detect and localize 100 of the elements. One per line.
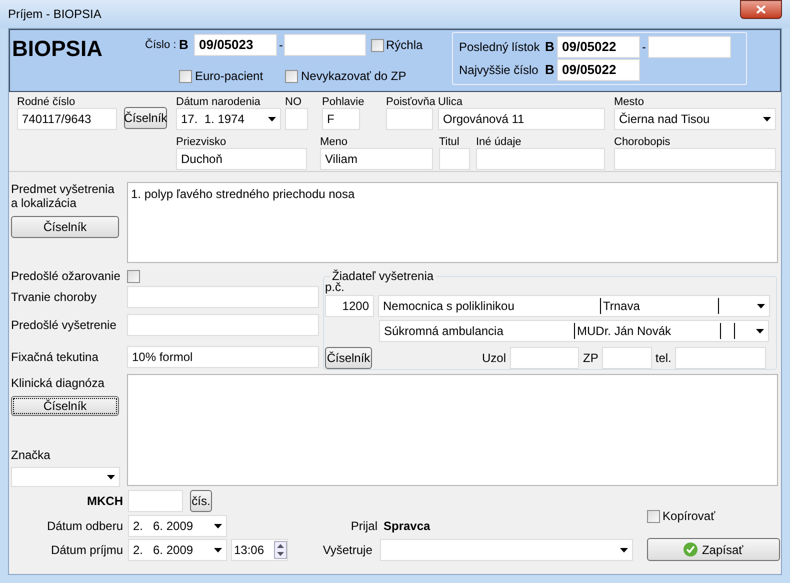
close-icon bbox=[756, 5, 766, 14]
field-label: Titul bbox=[439, 135, 460, 148]
text-field[interactable] bbox=[602, 347, 652, 369]
codebook-button[interactable]: Číselník bbox=[325, 347, 372, 369]
number-field[interactable]: 09/05023 bbox=[194, 34, 277, 56]
text-area[interactable] bbox=[127, 374, 778, 486]
close-button[interactable] bbox=[740, 0, 782, 19]
number-suffix-field[interactable] bbox=[284, 34, 366, 56]
text-field[interactable]: F bbox=[322, 108, 360, 130]
field-label: Iné údaje bbox=[476, 135, 522, 148]
text-field[interactable] bbox=[285, 108, 308, 130]
caret-icon bbox=[214, 548, 222, 552]
text-field[interactable]: Viliam bbox=[320, 148, 433, 170]
date-picker[interactable]: 2. 6. 2009 bbox=[128, 515, 227, 537]
field-label: Fixačná tekutina bbox=[11, 349, 100, 366]
dropdown[interactable]: Čierna nad Tisou bbox=[614, 108, 776, 130]
field-label: Mesto bbox=[614, 95, 645, 108]
field-label: Ulica bbox=[438, 95, 464, 108]
caret-icon bbox=[214, 524, 222, 528]
checkbox[interactable] bbox=[371, 38, 384, 52]
text-field[interactable] bbox=[128, 490, 183, 512]
caret-icon bbox=[756, 328, 764, 334]
field-label: p.č. bbox=[325, 281, 344, 293]
caret-icon bbox=[268, 116, 276, 122]
field-label: Meno bbox=[320, 135, 349, 148]
checkbox[interactable] bbox=[646, 510, 660, 522]
number-suffix-field[interactable] bbox=[648, 36, 731, 58]
time-field[interactable]: 13:06 bbox=[231, 539, 288, 561]
caret-icon bbox=[620, 548, 628, 552]
text-field[interactable] bbox=[439, 148, 470, 170]
save-button[interactable]: Zapísať bbox=[646, 538, 780, 561]
field-label: Predmet vyšetrenia a lokalizácia bbox=[11, 182, 116, 210]
window-title: Príjem - BIOPSIA bbox=[8, 6, 102, 23]
dropdown[interactable] bbox=[380, 539, 633, 561]
field-label: Uzol bbox=[482, 350, 506, 367]
number-field[interactable]: 09/05022 bbox=[557, 36, 640, 58]
field-label: Rodné číslo bbox=[17, 95, 76, 108]
codebook-button[interactable]: Číselník bbox=[11, 216, 119, 238]
date-picker[interactable]: 2. 6. 2009 bbox=[128, 539, 227, 561]
field-label: Dátum príjmu bbox=[50, 542, 124, 559]
user-name: Spravca bbox=[383, 518, 430, 535]
caret-icon bbox=[107, 474, 115, 480]
field-label: Prijal bbox=[350, 518, 378, 535]
field-label: Priezvisko bbox=[176, 135, 228, 148]
dropdown[interactable]: Súkromná ambulancia MUDr. Ján Novák bbox=[379, 320, 769, 342]
field-label: Dátum narodenia bbox=[176, 95, 262, 108]
checkbox-label: Kopírovať bbox=[662, 508, 716, 525]
series-letter: B bbox=[545, 38, 556, 56]
codebook-button[interactable]: čís. bbox=[190, 490, 212, 512]
codebook-button[interactable]: Číselník bbox=[11, 396, 119, 416]
check-icon bbox=[682, 542, 698, 557]
dropdown[interactable]: Nemocnica s poliklinikou Trnava bbox=[378, 295, 770, 317]
field-label: Predošlé ožarovanie bbox=[11, 268, 122, 285]
text-field[interactable] bbox=[614, 148, 776, 170]
field-label: Číslo : bbox=[145, 37, 175, 53]
caret-icon bbox=[763, 116, 771, 122]
field-label: Dátum odberu bbox=[46, 518, 124, 535]
field-label: Vyšetruje bbox=[322, 542, 374, 559]
form-title: BIOPSIA bbox=[12, 36, 102, 61]
field-label: Poisťovňa bbox=[386, 95, 433, 108]
field-label: ZP bbox=[583, 350, 598, 367]
text-field[interactable] bbox=[127, 314, 319, 336]
checkbox-label: Rýchla bbox=[386, 37, 423, 54]
text-field[interactable] bbox=[476, 148, 605, 170]
text-field[interactable] bbox=[675, 347, 766, 369]
series-letter: B bbox=[179, 36, 190, 54]
text-field[interactable]: Duchoň bbox=[176, 148, 307, 170]
number-field[interactable]: 1200 bbox=[325, 295, 374, 317]
checkbox-label: Nevykazovať do ZP bbox=[301, 68, 406, 85]
group-title: Žiadateľ vyšetrenia bbox=[332, 270, 435, 282]
dropdown[interactable] bbox=[11, 467, 120, 487]
field-label: Predošlé vyšetrenie bbox=[11, 317, 118, 334]
field-label: Trvanie choroby bbox=[11, 289, 98, 306]
checkbox-label: Euro-pacient bbox=[195, 68, 264, 85]
text-field[interactable] bbox=[510, 347, 580, 369]
field-label: NO bbox=[285, 95, 302, 108]
separator: - bbox=[279, 37, 284, 54]
field-label: Klinická diagnóza bbox=[11, 375, 106, 392]
spinner-icon bbox=[274, 541, 287, 559]
field-label: tel. bbox=[655, 350, 672, 367]
date-picker[interactable]: 17. 1. 1974 bbox=[176, 108, 281, 130]
field-label: Chorobopis bbox=[614, 135, 672, 148]
text-field[interactable]: 10% formol bbox=[127, 346, 319, 368]
text-field[interactable] bbox=[127, 286, 319, 308]
field-label: Značka bbox=[11, 447, 52, 464]
separator: - bbox=[642, 39, 647, 56]
field-label: MKCH bbox=[86, 493, 124, 510]
text-field[interactable]: 740117/9643 bbox=[17, 108, 117, 130]
caret-icon bbox=[757, 304, 765, 308]
checkbox[interactable] bbox=[179, 70, 192, 82]
checkbox[interactable] bbox=[127, 270, 140, 282]
number-field[interactable]: 09/05022 bbox=[557, 59, 640, 81]
series-letter: B bbox=[545, 61, 556, 80]
codebook-button[interactable]: Číselník bbox=[124, 107, 167, 129]
field-label: Najvyššie číslo bbox=[459, 62, 540, 79]
text-area[interactable]: 1. polyp ľavého stredného priechodu nosa bbox=[127, 182, 778, 263]
text-field[interactable] bbox=[386, 108, 433, 130]
checkbox[interactable] bbox=[285, 70, 298, 82]
text-field[interactable]: Orgovánová 11 bbox=[438, 108, 605, 130]
field-label: Posledný lístok bbox=[459, 39, 541, 56]
